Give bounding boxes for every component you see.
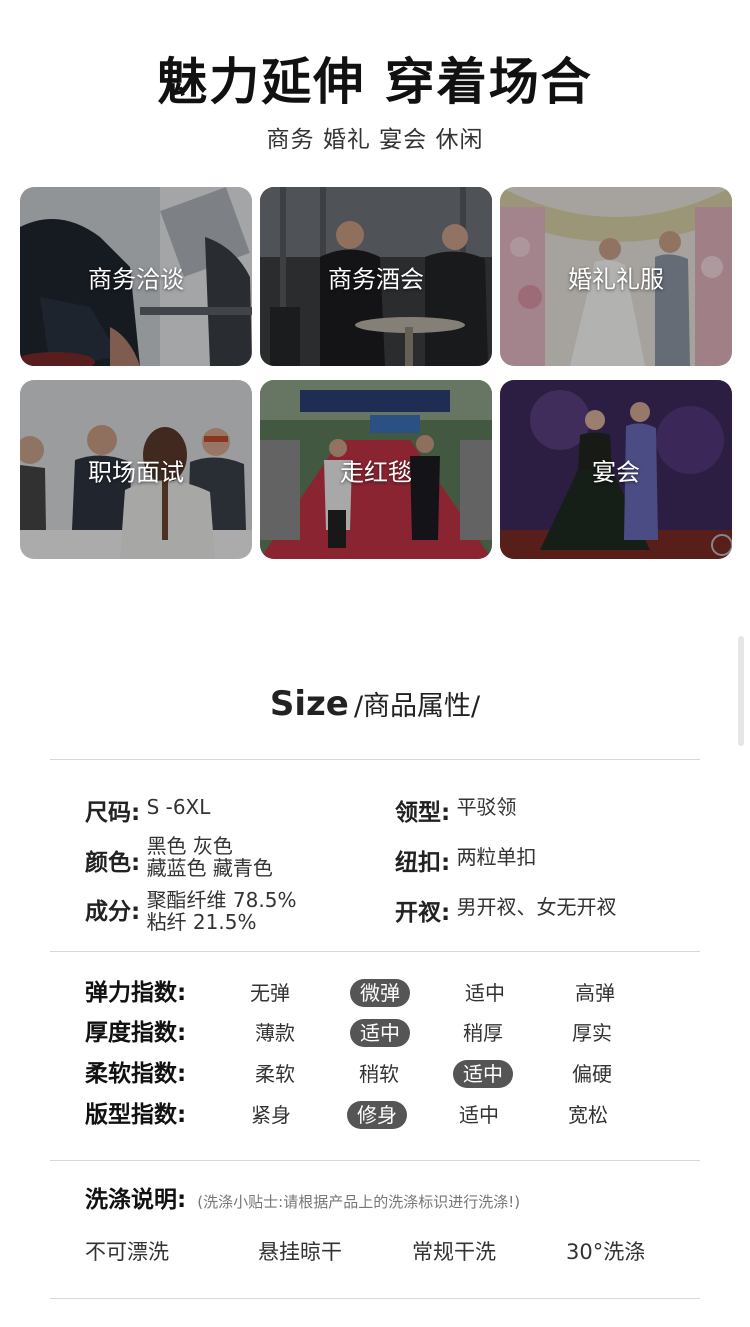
- washing-item-hang-dry: 悬挂晾干: [258, 1240, 342, 1264]
- attr-material-values: 聚酯纤维 78.5% 粘纤 21.5%: [147, 889, 297, 933]
- occasion-grid: 商务洽谈 商务酒会 婚礼礼服 职场面试 走红毯 宴会: [20, 187, 732, 559]
- index-option[interactable]: 薄款: [245, 1019, 305, 1047]
- index-key: 弹力指数:: [85, 980, 187, 1006]
- index-option-selected[interactable]: 修身: [347, 1101, 407, 1129]
- occasion-label: 商务酒会: [328, 265, 424, 293]
- attr-material-key: 成分:: [85, 899, 141, 925]
- index-option[interactable]: 适中: [449, 1101, 509, 1129]
- attr-collar-value: 平驳领: [456, 795, 517, 819]
- washing-tip: (洗涤小贴士:请根据产品上的洗涤标识进行洗涤!): [197, 1193, 521, 1211]
- attr-color-line1: 黑色 灰色: [146, 834, 233, 858]
- index-option[interactable]: 柔软: [245, 1060, 305, 1088]
- attr-vent-value: 男开衩、女无开衩: [456, 895, 617, 919]
- attr-vent: 开衩: 男开衩、女无开衩: [395, 893, 617, 927]
- divider: [50, 759, 700, 760]
- index-option[interactable]: 偏硬: [562, 1060, 622, 1088]
- occasion-tile-interview[interactable]: 职场面试: [20, 380, 252, 559]
- index-option[interactable]: 厚实: [562, 1019, 622, 1047]
- attr-collar-key: 领型:: [395, 800, 451, 826]
- index-key: 柔软指数:: [85, 1061, 187, 1087]
- attr-size-key: 尺码:: [85, 800, 141, 826]
- occasion-tile-wedding[interactable]: 婚礼礼服: [500, 187, 732, 366]
- index-option[interactable]: 稍厚: [453, 1019, 513, 1047]
- hero-subtitle: 商务 婚礼 宴会 休闲: [266, 127, 484, 153]
- washing-item-no-bleach: 不可漂洗: [85, 1240, 169, 1264]
- washing-item-30-wash: 30°洗涤: [566, 1240, 646, 1264]
- size-title-en: Size: [269, 684, 349, 724]
- attr-vent-key: 开衩:: [395, 900, 451, 926]
- occasion-tile-business-talk[interactable]: 商务洽谈: [20, 187, 252, 366]
- occasion-label: 商务洽谈: [88, 265, 184, 293]
- index-key: 版型指数:: [85, 1102, 187, 1128]
- index-row-softness: 柔软指数: 柔软 稍软 适中 偏硬: [85, 1058, 685, 1094]
- index-option[interactable]: 适中: [455, 979, 515, 1007]
- index-option[interactable]: 高弹: [565, 979, 625, 1007]
- index-option[interactable]: 稍软: [349, 1060, 409, 1088]
- washing-heading: 洗涤说明: (洗涤小贴士:请根据产品上的洗涤标识进行洗涤!): [85, 1180, 520, 1214]
- attr-size-value: S -6XL: [146, 795, 211, 819]
- occasion-tile-business-cocktail[interactable]: 商务酒会: [260, 187, 492, 366]
- divider: [50, 1160, 700, 1161]
- index-row-thickness: 厚度指数: 薄款 适中 稍厚 厚实: [85, 1017, 685, 1053]
- size-section-heading: Size /商品属性/: [0, 684, 750, 724]
- attr-button-key: 纽扣:: [395, 850, 451, 876]
- index-option-selected[interactable]: 微弹: [350, 979, 410, 1007]
- attr-collar: 领型: 平驳领: [395, 793, 517, 827]
- attr-color-key: 颜色:: [85, 850, 141, 876]
- attr-button: 纽扣: 两粒单扣: [395, 843, 537, 877]
- hero-title: 魅力延伸 穿着场合: [157, 53, 593, 111]
- washing-item-dry-clean: 常规干洗: [412, 1240, 496, 1264]
- attr-material: 成分: 聚酯纤维 78.5% 粘纤 21.5%: [85, 889, 296, 933]
- divider: [50, 951, 700, 952]
- attr-size: 尺码: S -6XL: [85, 793, 210, 827]
- attr-material-line1: 聚酯纤维 78.5%: [146, 888, 297, 912]
- attr-material-line2: 粘纤 21.5%: [146, 910, 257, 934]
- attr-button-value: 两粒单扣: [456, 845, 537, 869]
- occasion-label: 走红毯: [340, 458, 412, 486]
- index-option[interactable]: 宽松: [558, 1101, 618, 1129]
- attr-color: 颜色: 黑色 灰色 藏蓝色 藏青色: [85, 835, 273, 879]
- occasion-label: 宴会: [592, 458, 640, 486]
- attr-color-values: 黑色 灰色 藏蓝色 藏青色: [147, 835, 273, 879]
- index-row-fit: 版型指数: 紧身 修身 适中 宽松: [85, 1099, 685, 1135]
- index-option[interactable]: 紧身: [241, 1101, 301, 1129]
- index-option[interactable]: 无弹: [240, 979, 300, 1007]
- occasion-label: 婚礼礼服: [568, 265, 664, 293]
- washing-title: 洗涤说明:: [85, 1187, 187, 1213]
- occasion-tile-banquet[interactable]: 宴会: [500, 380, 732, 559]
- index-row-elasticity: 弹力指数: 无弹 微弹 适中 高弹: [85, 977, 685, 1013]
- index-option-selected[interactable]: 适中: [453, 1060, 513, 1088]
- index-option-selected[interactable]: 适中: [350, 1019, 410, 1047]
- occasion-tile-red-carpet[interactable]: 走红毯: [260, 380, 492, 559]
- index-key: 厚度指数:: [85, 1020, 187, 1046]
- attr-color-line2: 藏蓝色 藏青色: [146, 856, 273, 880]
- divider: [50, 1298, 700, 1299]
- size-title-cn: /商品属性/: [353, 691, 481, 722]
- occasion-label: 职场面试: [88, 458, 184, 486]
